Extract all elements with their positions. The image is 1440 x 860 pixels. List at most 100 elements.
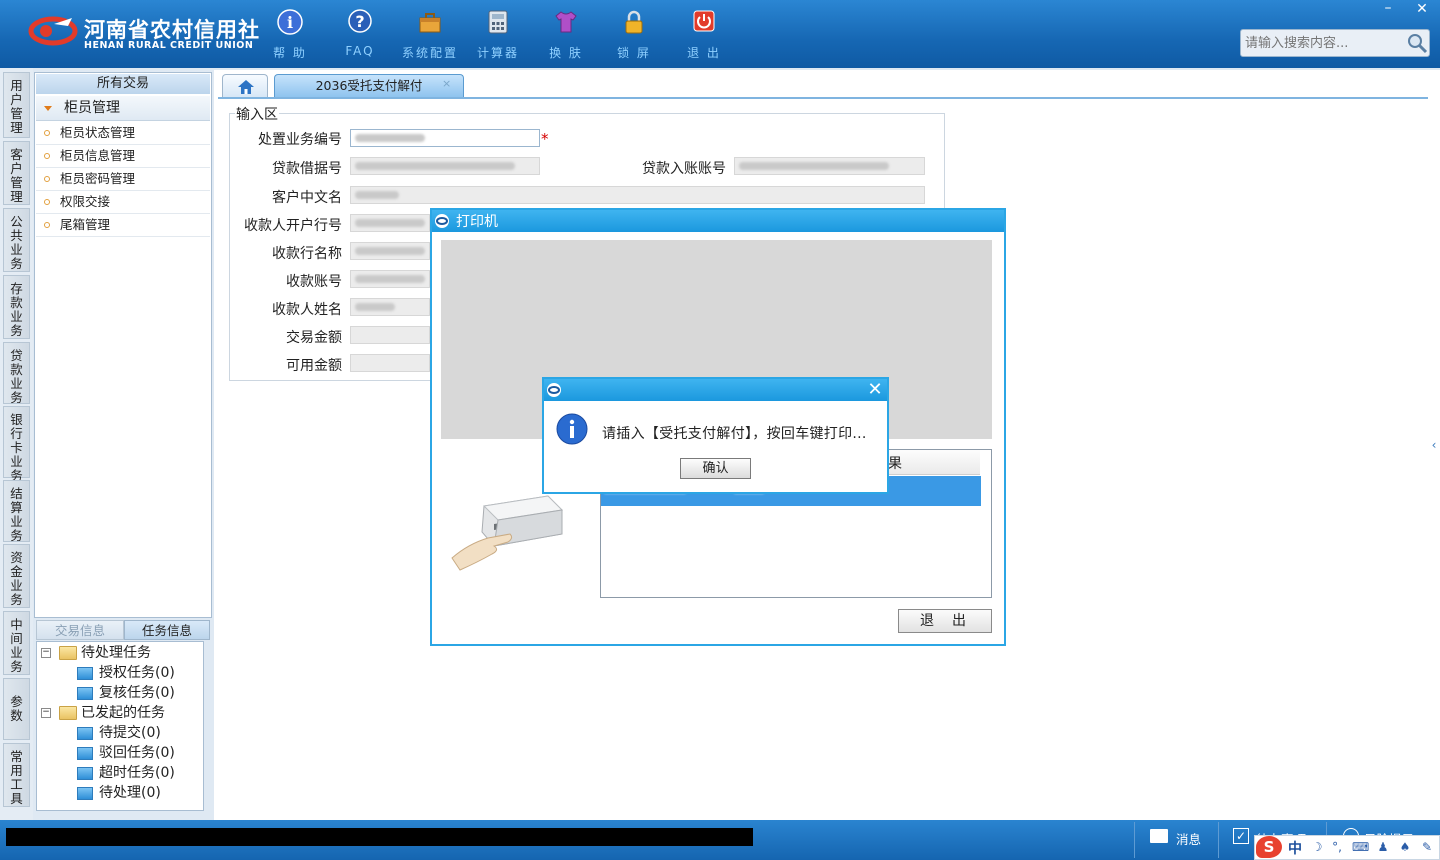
search-box bbox=[1240, 29, 1430, 57]
tab-close-icon[interactable]: × bbox=[442, 78, 454, 90]
available-field[interactable] bbox=[350, 354, 430, 372]
moon-icon[interactable]: ☽ bbox=[1310, 840, 1324, 854]
calculator-button[interactable]: 计算器 bbox=[468, 8, 528, 62]
printer-exit-button[interactable]: 退出 bbox=[898, 609, 992, 633]
vtab-bank-card[interactable]: 银行卡业务 bbox=[3, 406, 30, 483]
vtab-label: 存款业务 bbox=[10, 281, 23, 338]
label-loan-account: 贷款入账账号 bbox=[642, 161, 726, 177]
nav-item-tail-box[interactable]: 尾箱管理 bbox=[36, 214, 210, 237]
amount-field[interactable] bbox=[350, 326, 430, 344]
question-icon: ? bbox=[348, 9, 372, 33]
info-icon bbox=[556, 413, 588, 445]
skin-button[interactable]: 换 肤 bbox=[536, 8, 596, 62]
loan-account-field[interactable] bbox=[734, 157, 925, 175]
message-box-titlebar[interactable] bbox=[544, 379, 887, 401]
lock-screen-button[interactable]: 锁 屏 bbox=[604, 8, 664, 62]
ime-logo[interactable]: S bbox=[1256, 836, 1282, 858]
payee-account-field[interactable] bbox=[350, 270, 430, 288]
vtab-common-tools[interactable]: 常用工具 bbox=[3, 743, 30, 807]
nav-group-teller[interactable]: 柜员管理 bbox=[36, 96, 210, 121]
printer-illustration-icon bbox=[451, 495, 564, 571]
vtab-label: 结算业务 bbox=[10, 486, 23, 543]
label-amount: 交易金额 bbox=[286, 330, 342, 346]
nav-item-label: 柜员状态管理 bbox=[60, 125, 136, 140]
search-icon[interactable] bbox=[1406, 32, 1428, 54]
punctuation-icon[interactable]: °, bbox=[1330, 840, 1344, 854]
loan-no-field[interactable] bbox=[350, 157, 540, 175]
message-box-close-button[interactable]: ✕ bbox=[866, 380, 884, 400]
bullet-icon bbox=[44, 222, 50, 228]
label-customer-name: 客户中文名 bbox=[272, 190, 342, 206]
required-mark: * bbox=[541, 130, 549, 148]
tree-leaf-label: 授权任务(0) bbox=[99, 665, 175, 681]
vtab-parameters[interactable]: 参数 bbox=[3, 678, 30, 740]
nav-header[interactable]: 所有交易 bbox=[36, 74, 210, 94]
toolbox-icon bbox=[419, 13, 441, 33]
payee-bank-code-field[interactable] bbox=[350, 214, 430, 232]
help-button[interactable]: i 帮 助 bbox=[260, 8, 320, 62]
settings-button[interactable]: 系统配置 bbox=[400, 8, 460, 62]
tab-transaction-2036[interactable]: 2036受托支付解付 bbox=[274, 74, 464, 98]
payee-name-field[interactable] bbox=[350, 298, 430, 316]
brand-name-en: HENAN RURAL CREDIT UNION bbox=[84, 40, 254, 51]
nav-item-label: 权限交接 bbox=[60, 194, 111, 209]
messages-label[interactable]: 消息 bbox=[1176, 829, 1201, 848]
envelope-icon[interactable] bbox=[1150, 829, 1168, 843]
folder-icon bbox=[77, 667, 93, 680]
biz-no-field[interactable] bbox=[350, 129, 540, 147]
divider bbox=[1134, 822, 1135, 858]
lock-label: 锁 屏 bbox=[617, 46, 651, 60]
home-icon bbox=[238, 80, 254, 94]
nav-group-label: 柜员管理 bbox=[64, 100, 120, 116]
vtab-label: 公共业务 bbox=[10, 214, 23, 271]
user-icon[interactable]: ♟ bbox=[1376, 840, 1390, 854]
tree-node-initiated[interactable]: − 已发起的任务 bbox=[41, 703, 201, 723]
keyboard-icon[interactable]: ⌨ bbox=[1352, 840, 1369, 854]
confirm-button[interactable]: 确认 bbox=[680, 458, 751, 479]
skin-icon[interactable]: ♠ bbox=[1398, 840, 1412, 854]
vtab-funds[interactable]: 资金业务 bbox=[3, 544, 30, 608]
folder-icon bbox=[77, 767, 93, 780]
checkbox-icon[interactable]: ✓ bbox=[1233, 828, 1249, 844]
nav-item-teller-status[interactable]: 柜员状态管理 bbox=[36, 122, 210, 145]
minimize-button[interactable]: – bbox=[1374, 0, 1402, 18]
skin-label: 换 肤 bbox=[549, 46, 583, 60]
nav-item-teller-info[interactable]: 柜员信息管理 bbox=[36, 145, 210, 168]
folder-icon bbox=[77, 747, 93, 760]
logo-icon bbox=[28, 16, 78, 46]
close-window-button[interactable]: ✕ bbox=[1408, 0, 1436, 18]
printer-dialog-titlebar[interactable] bbox=[432, 210, 1004, 232]
label-payee-bank-code: 收款人开户行号 bbox=[244, 218, 342, 234]
vtab-deposit[interactable]: 存款业务 bbox=[3, 275, 30, 339]
tab-underline bbox=[218, 97, 1428, 99]
ime-language[interactable]: 中 bbox=[1288, 838, 1302, 858]
vtab-loan[interactable]: 贷款业务 bbox=[3, 342, 30, 405]
tree-leaf-label: 待处理(0) bbox=[99, 785, 161, 801]
collapse-panel-icon[interactable]: ‹ bbox=[1428, 420, 1440, 470]
exit-app-button[interactable]: 退 出 bbox=[674, 8, 734, 62]
nav-item-permission-handover[interactable]: 权限交接 bbox=[36, 191, 210, 214]
vtab-label: 用户管理 bbox=[10, 78, 23, 135]
customer-name-field[interactable] bbox=[350, 186, 925, 204]
wrench-icon[interactable]: ✎ bbox=[1420, 840, 1434, 854]
nav-item-teller-password[interactable]: 柜员密码管理 bbox=[36, 168, 210, 191]
vtab-public-business[interactable]: 公共业务 bbox=[3, 208, 30, 272]
vtab-label: 银行卡业务 bbox=[10, 412, 23, 483]
vtab-customer-management[interactable]: 客户管理 bbox=[3, 141, 30, 205]
label-payee-bank-name: 收款行名称 bbox=[272, 246, 342, 262]
vtab-user-management[interactable]: 用户管理 bbox=[3, 72, 30, 138]
divider bbox=[1218, 822, 1219, 858]
vtab-settlement[interactable]: 结算业务 bbox=[3, 480, 30, 543]
tree-node-pending[interactable]: − 待处理任务 bbox=[41, 643, 201, 663]
bullet-icon bbox=[44, 199, 50, 205]
search-input[interactable] bbox=[1241, 30, 1407, 56]
folder-icon bbox=[59, 646, 77, 660]
payee-bank-name-field[interactable] bbox=[350, 242, 430, 260]
tab-transaction-info[interactable]: 交易信息 bbox=[36, 620, 124, 640]
settings-label: 系统配置 bbox=[401, 46, 458, 60]
tab-task-info[interactable]: 任务信息 bbox=[124, 620, 210, 640]
vtab-intermediary[interactable]: 中间业务 bbox=[3, 611, 30, 675]
faq-button[interactable]: ? FAQ bbox=[330, 8, 390, 62]
power-icon bbox=[693, 10, 715, 32]
tab-home[interactable] bbox=[222, 74, 268, 98]
